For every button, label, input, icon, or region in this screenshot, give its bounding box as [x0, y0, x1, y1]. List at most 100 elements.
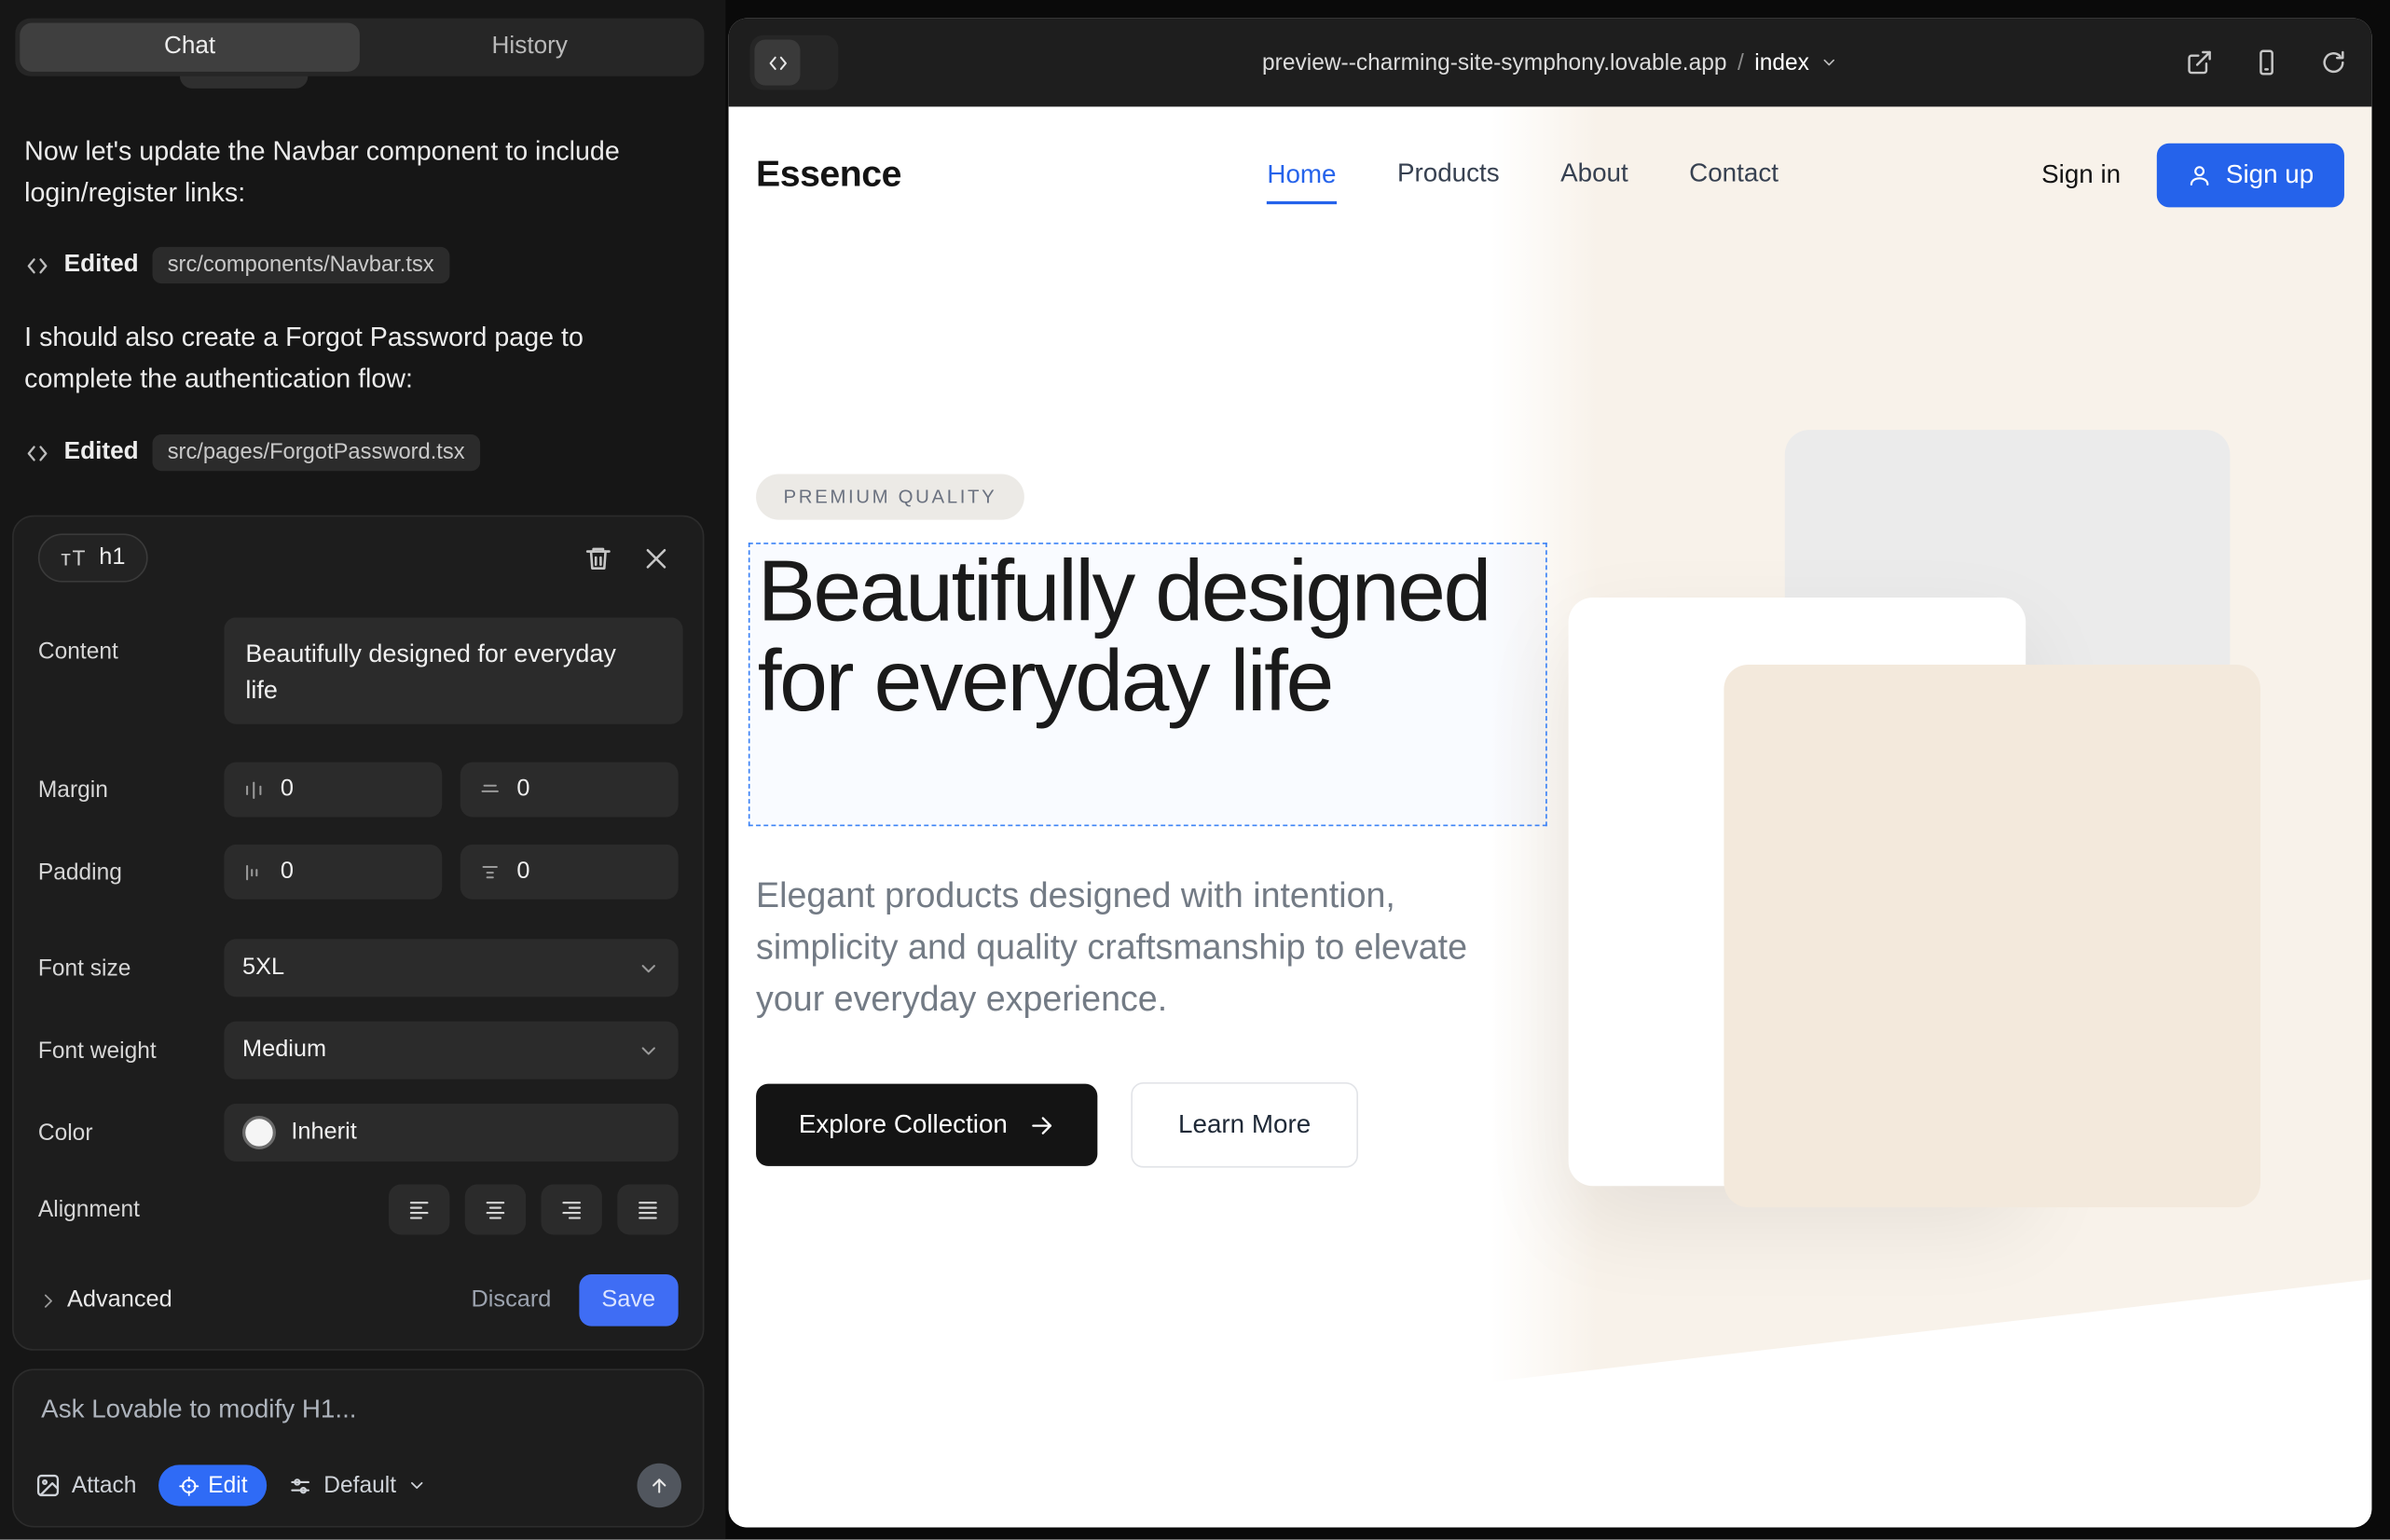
assistant-message: I should also create a Forgot Password p…: [24, 317, 640, 399]
learn-more-button[interactable]: Learn More: [1131, 1082, 1358, 1168]
composer-input[interactable]: [14, 1370, 703, 1464]
chat-sidebar: Chat History Now let's update the Navbar…: [0, 0, 725, 1540]
font-size-row: Font size 5XL: [14, 939, 703, 997]
align-center-button[interactable]: [465, 1184, 526, 1234]
alignment-row: Alignment: [14, 1183, 703, 1235]
margin-x-input[interactable]: 0: [224, 763, 442, 818]
margin-vertical-icon: [478, 778, 501, 802]
tab-history[interactable]: History: [360, 23, 700, 72]
padding-y-input[interactable]: 0: [460, 845, 679, 900]
hero-cta-row: Explore Collection Learn More: [756, 1082, 1358, 1168]
nav-links: Home Products About Contact: [1267, 158, 1779, 192]
content-row: Content Beautifully designed for everyda…: [14, 617, 703, 723]
code-icon: [24, 253, 50, 279]
chevron-down-icon: [638, 956, 661, 980]
sign-in-link[interactable]: Sign in: [2041, 160, 2121, 191]
sign-up-button[interactable]: Sign up: [2157, 144, 2344, 208]
edited-label: Edited: [64, 439, 139, 466]
mode-select[interactable]: Default: [289, 1473, 427, 1499]
font-size-value: 5XL: [242, 955, 638, 982]
preview-topbar: preview--charming-site-symphony.lovable.…: [729, 19, 2372, 107]
decor-card-cream: [1724, 665, 2260, 1207]
attach-button[interactable]: Attach: [35, 1473, 137, 1499]
font-weight-row: Font weight Medium: [14, 1022, 703, 1079]
discard-button[interactable]: Discard: [471, 1286, 551, 1313]
site-navbar: Essence Home Products About Contact Sign…: [729, 106, 2372, 243]
edited-file-row: Edited src/pages/ForgotPassword.tsx: [24, 433, 480, 473]
target-icon: [178, 1475, 199, 1496]
composer-toolbar: Attach Edit Default: [14, 1464, 703, 1526]
explore-collection-button[interactable]: Explore Collection: [756, 1084, 1097, 1166]
preview-url: preview--charming-site-symphony.lovable.…: [1262, 49, 1727, 76]
hero-title: Beautifully designed for everyday life: [750, 544, 1546, 727]
premium-quality-badge: PREMIUM QUALITY: [756, 474, 1024, 520]
explore-collection-label: Explore Collection: [799, 1109, 1008, 1140]
padding-label: Padding: [38, 859, 224, 885]
edited-label: Edited: [64, 252, 139, 279]
file-chip-forgot-password[interactable]: src/pages/ForgotPassword.tsx: [152, 434, 480, 471]
font-size-select[interactable]: 5XL: [224, 939, 678, 997]
font-weight-select[interactable]: Medium: [224, 1022, 678, 1079]
hero-paragraph: Elegant products designed with intention…: [756, 869, 1490, 1024]
align-justify-button[interactable]: [617, 1184, 678, 1234]
url-bar: preview--charming-site-symphony.lovable.…: [729, 19, 2372, 107]
margin-row: Margin 0 0: [14, 763, 703, 818]
code-view-toggle[interactable]: [750, 35, 839, 90]
url-dropdown[interactable]: preview--charming-site-symphony.lovable.…: [1262, 49, 1838, 76]
margin-label: Margin: [38, 777, 224, 803]
padding-row: Padding 0 0: [14, 845, 703, 900]
image-icon: [35, 1473, 62, 1499]
element-tag: h1: [99, 544, 125, 571]
element-inspector-panel: тT h1 Content Beautifully designed for e…: [12, 516, 704, 1351]
padding-y-value: 0: [516, 859, 529, 886]
alignment-label: Alignment: [38, 1196, 224, 1222]
chevron-down-icon: [638, 1038, 661, 1062]
nav-link-home[interactable]: Home: [1267, 160, 1336, 204]
code-icon: [24, 440, 50, 466]
file-chip-navbar[interactable]: src/components/Navbar.tsx: [152, 247, 449, 283]
chat-composer: Attach Edit Default: [12, 1368, 704, 1527]
close-icon[interactable]: [633, 535, 679, 581]
site-canvas: Essence Home Products About Contact Sign…: [729, 106, 2372, 1527]
arrow-right-icon: [1029, 1112, 1055, 1138]
element-tag-pill[interactable]: тT h1: [38, 533, 148, 582]
color-swatch: [242, 1116, 276, 1149]
advanced-toggle[interactable]: Advanced: [38, 1286, 172, 1313]
refresh-icon[interactable]: [2317, 46, 2351, 79]
padding-x-input[interactable]: 0: [224, 845, 442, 900]
nav-link-products[interactable]: Products: [1397, 158, 1500, 192]
tab-chat[interactable]: Chat: [20, 23, 360, 72]
color-select[interactable]: Inherit: [224, 1104, 678, 1162]
margin-y-input[interactable]: 0: [460, 763, 679, 818]
color-label: Color: [38, 1120, 224, 1146]
edit-mode-button[interactable]: Edit: [158, 1464, 268, 1506]
sliders-icon: [289, 1473, 313, 1497]
url-page: index: [1754, 49, 1809, 76]
inspector-footer: Advanced Discard Save: [14, 1272, 703, 1327]
topbar-actions: [2183, 46, 2351, 79]
edited-file-row: Edited src/components/Navbar.tsx: [24, 245, 449, 285]
mode-label: Default: [323, 1473, 396, 1499]
mobile-view-icon[interactable]: [2250, 46, 2284, 79]
delete-element-button[interactable]: [574, 535, 620, 581]
save-button[interactable]: Save: [579, 1274, 679, 1327]
content-input[interactable]: Beautifully designed for everyday life: [224, 617, 682, 723]
color-row: Color Inherit: [14, 1104, 703, 1162]
margin-y-value: 0: [516, 776, 529, 803]
align-right-button[interactable]: [541, 1184, 601, 1234]
nav-link-contact[interactable]: Contact: [1689, 158, 1779, 192]
site-logo[interactable]: Essence: [756, 154, 901, 197]
chevron-down-icon: [406, 1476, 426, 1495]
selected-h1-element[interactable]: Beautifully designed for everyday life: [749, 543, 1547, 826]
font-weight-label: Font weight: [38, 1038, 224, 1064]
content-label: Content: [38, 617, 224, 665]
send-button[interactable]: [638, 1464, 681, 1507]
align-left-button[interactable]: [389, 1184, 449, 1234]
code-icon: [754, 40, 800, 86]
open-external-icon[interactable]: [2183, 46, 2217, 79]
sign-up-label: Sign up: [2226, 160, 2314, 191]
sidebar-tabbar: Chat History: [15, 19, 704, 76]
assistant-message: Now let's update the Navbar component to…: [24, 131, 640, 213]
nav-link-about[interactable]: About: [1560, 158, 1628, 192]
chevron-down-icon: [1820, 53, 1838, 72]
